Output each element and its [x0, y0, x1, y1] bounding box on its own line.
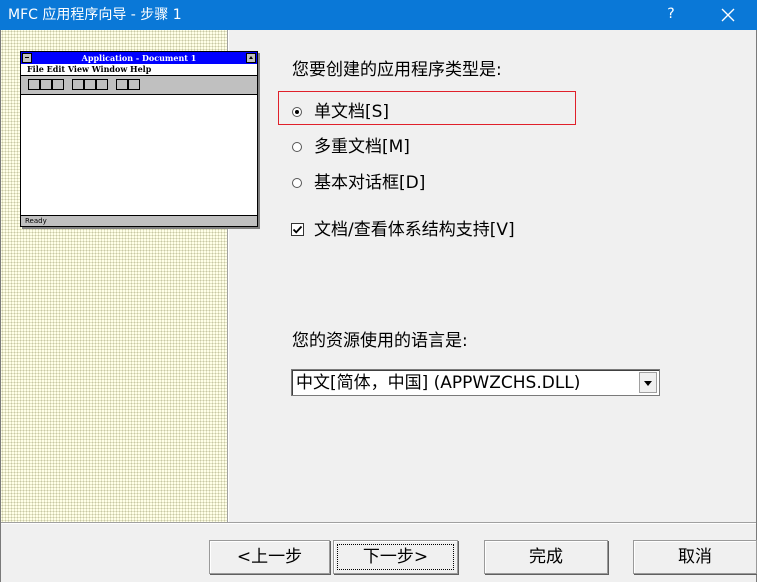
finish-button[interactable]: 完成: [484, 540, 608, 574]
preview-toolbar-button: [116, 79, 128, 90]
window-title: MFC 应用程序向导 - 步骤 1: [8, 7, 182, 23]
language-select[interactable]: 中文[简体，中国] (APPWZCHS.DLL): [291, 369, 660, 396]
next-button-label: 下一步>: [362, 547, 429, 567]
radio-label: 多重文档[M]: [314, 137, 410, 157]
preview-system-menu-icon: [22, 53, 32, 63]
preview-toolbar-button: [40, 79, 52, 90]
preview-menu-bar: File Edit View Window Help: [21, 64, 257, 76]
preview-toolbar: [21, 76, 257, 95]
chevron-down-icon[interactable]: [639, 372, 657, 393]
preview-maximize-icon: [246, 53, 256, 63]
close-button[interactable]: [708, 0, 748, 30]
help-button[interactable]: ?: [656, 0, 686, 30]
sdi-app-preview: Application - Document 1 File Edit View …: [20, 51, 258, 227]
footer-divider-highlight: [1, 523, 756, 524]
doc-view-checkbox[interactable]: [291, 223, 304, 236]
next-button[interactable]: 下一步>: [333, 540, 458, 574]
doc-view-label: 文档/查看体系结构支持[V]: [314, 220, 515, 240]
app-type-question: 您要创建的应用程序类型是:: [292, 60, 502, 80]
language-select-value: 中文[简体，中国] (APPWZCHS.DLL): [296, 373, 581, 393]
preview-status-bar: Ready: [21, 215, 257, 226]
preview-toolbar-button: [52, 79, 64, 90]
radio-label: 基本对话框[D]: [314, 173, 426, 193]
radio-button-checked[interactable]: [292, 107, 302, 117]
radio-button[interactable]: [292, 142, 302, 152]
preview-toolbar-button: [28, 79, 40, 90]
preview-title: Application - Document 1: [81, 53, 197, 63]
back-button[interactable]: <上一步: [209, 540, 330, 574]
title-bar: MFC 应用程序向导 - 步骤 1 ?: [0, 0, 757, 30]
preview-title-bar: Application - Document 1: [21, 52, 257, 64]
checkmark-icon: [292, 225, 303, 234]
preview-toolbar-button: [96, 79, 108, 90]
radio-button[interactable]: [292, 178, 302, 188]
close-icon: [721, 8, 735, 22]
preview-toolbar-button: [84, 79, 96, 90]
preview-toolbar-button: [72, 79, 84, 90]
radio-label: 单文档[S]: [314, 102, 390, 122]
cancel-button[interactable]: 取消: [633, 540, 757, 574]
language-question: 您的资源使用的语言是:: [292, 331, 468, 351]
preview-toolbar-button: [128, 79, 140, 90]
